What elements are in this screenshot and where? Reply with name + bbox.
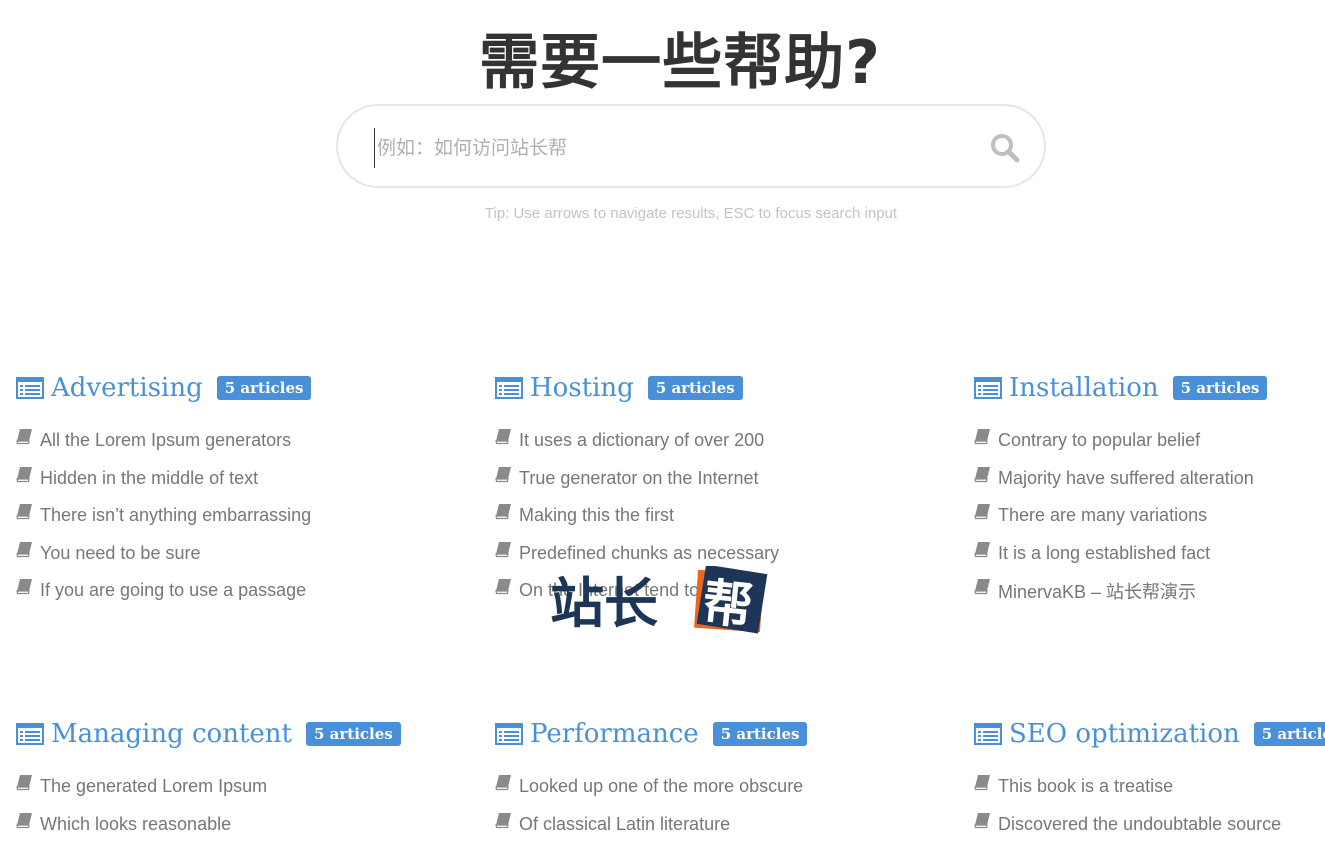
list-icon [495,723,523,745]
book-icon [16,541,32,557]
article-count-badge: 5 articles [1172,376,1268,400]
category-title[interactable]: SEO optimization [1009,719,1240,749]
category-title[interactable]: Advertising [51,373,203,403]
article-link[interactable]: Looked up one of the more obscure [495,768,855,806]
article-link[interactable]: This book is a treatise [974,768,1325,806]
article-title: Of classical Latin literature [519,813,731,834]
category-seo-optimization: SEO optimization 5 articles This book is… [974,714,1325,843]
book-icon [495,504,511,520]
category-managing-content: Managing content 5 articles The generate… [16,714,401,843]
article-title: If you are going to use a passage [40,580,307,601]
category-installation: Installation 5 articles Contrary to popu… [974,368,1325,610]
category-title[interactable]: Managing content [51,719,292,749]
list-icon [16,377,44,399]
page-title: 需要一些帮助? [479,28,881,98]
category-title[interactable]: Performance [530,719,699,749]
article-link[interactable]: There are many variations [974,497,1325,535]
article-title: Making this the first [519,505,675,526]
article-title: Predefined chunks as necessary [519,542,780,563]
article-title: This book is a treatise [998,776,1174,797]
book-icon [974,429,990,445]
svg-text:站长: 站长 [550,572,658,634]
article-title: There are many variations [998,505,1208,526]
article-link[interactable]: If you are going to use a passage [16,572,376,610]
article-title: Looked up one of the more obscure [519,776,804,797]
book-icon [495,812,511,828]
article-link[interactable]: Hidden in the middle of text [16,460,376,498]
book-icon [16,429,32,445]
article-link[interactable]: The generated Lorem Ipsum [16,768,376,806]
book-icon [495,579,511,595]
article-title: The generated Lorem Ipsum [40,776,268,797]
article-title: All the Lorem Ipsum generators [40,430,292,451]
article-title: It uses a dictionary of over 200 [519,430,765,451]
list-icon [16,723,44,745]
book-icon [495,541,511,557]
article-link[interactable]: You need to be sure [16,535,376,573]
article-title: Hidden in the middle of text [40,467,259,488]
article-title: Which looks reasonable [40,813,232,834]
book-icon [16,775,32,791]
book-icon [974,812,990,828]
search-box[interactable] [336,104,1046,188]
book-icon [16,579,32,595]
article-link[interactable]: MinervaKB – 站长帮演示 [974,572,1325,610]
list-icon [974,377,1002,399]
article-title: Majority have suffered alteration [998,467,1254,488]
article-count-badge: 5 articles [647,376,743,400]
list-icon [974,723,1002,745]
article-title: It is a long established fact [998,542,1211,563]
site-logo: 站长 帮 [550,566,768,634]
article-count-badge: 5 articles [1253,722,1325,746]
svg-text:帮: 帮 [700,573,756,634]
book-icon [974,775,990,791]
article-link[interactable]: Making this the first [495,497,855,535]
book-icon [16,504,32,520]
book-icon [495,429,511,445]
category-advertising: Advertising 5 articles All the Lorem Ips… [16,368,376,610]
article-link[interactable]: Discovered the undoubtable source [974,806,1325,843]
article-count-badge: 5 articles [305,722,401,746]
category-title[interactable]: Hosting [530,373,634,403]
category-performance: Performance 5 articles Looked up one of … [495,714,855,843]
article-title: MinervaKB – 站长帮演示 [998,581,1197,602]
article-title: You need to be sure [40,542,201,563]
article-link[interactable]: Which looks reasonable [16,806,376,843]
book-icon [495,775,511,791]
search-icon[interactable] [990,133,1020,163]
book-icon [16,812,32,828]
article-link[interactable]: All the Lorem Ipsum generators [16,422,376,460]
article-title: There isn’t anything embarrassing [40,505,312,526]
book-icon [495,466,511,482]
article-link[interactable]: True generator on the Internet [495,460,855,498]
book-icon [974,504,990,520]
article-link[interactable]: It is a long established fact [974,535,1325,573]
article-link[interactable]: Contrary to popular belief [974,422,1325,460]
list-icon [495,377,523,399]
article-link[interactable]: It uses a dictionary of over 200 [495,422,855,460]
article-link[interactable]: Majority have suffered alteration [974,460,1325,498]
article-title: Contrary to popular belief [998,430,1201,451]
book-icon [974,579,990,595]
book-icon [974,466,990,482]
search-tip: Tip: Use arrows to navigate results, ESC… [484,205,898,222]
book-icon [16,466,32,482]
search-input[interactable] [374,128,959,168]
article-link[interactable]: Of classical Latin literature [495,806,855,843]
article-title: True generator on the Internet [519,467,759,488]
category-title[interactable]: Installation [1009,373,1159,403]
article-link[interactable]: There isn’t anything embarrassing [16,497,376,535]
article-count-badge: 5 articles [712,722,808,746]
book-icon [974,541,990,557]
article-title: Discovered the undoubtable source [998,813,1282,834]
article-count-badge: 5 articles [216,376,312,400]
